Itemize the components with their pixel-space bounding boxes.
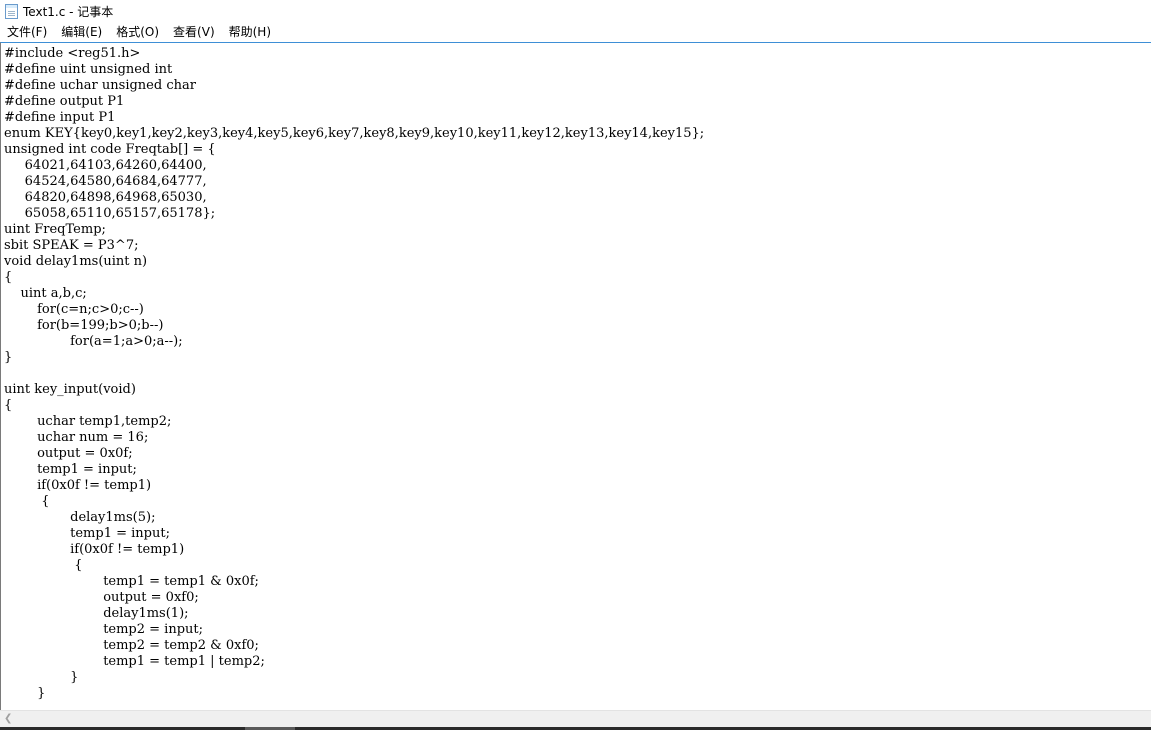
menu-bar: 文件(F) 编辑(E) 格式(O) 查看(V) 帮助(H) <box>0 22 1151 42</box>
text-editor-area[interactable]: #include <reg51.h> #define uint unsigned… <box>0 42 1151 710</box>
menu-file[interactable]: 文件(F) <box>0 22 54 42</box>
code-text[interactable]: #include <reg51.h> #define uint unsigned… <box>1 43 1151 702</box>
menu-edit[interactable]: 编辑(E) <box>54 22 109 42</box>
horizontal-scrollbar[interactable]: ❮ <box>0 710 1151 727</box>
notepad-icon <box>5 3 18 19</box>
title-bar: Text1.c - 记事本 <box>0 0 1151 22</box>
menu-format[interactable]: 格式(O) <box>109 22 166 42</box>
menu-view[interactable]: 查看(V) <box>166 22 222 42</box>
chevron-left-icon[interactable]: ❮ <box>4 712 12 726</box>
window-title: Text1.c - 记事本 <box>23 4 114 19</box>
menu-help[interactable]: 帮助(H) <box>222 22 278 42</box>
